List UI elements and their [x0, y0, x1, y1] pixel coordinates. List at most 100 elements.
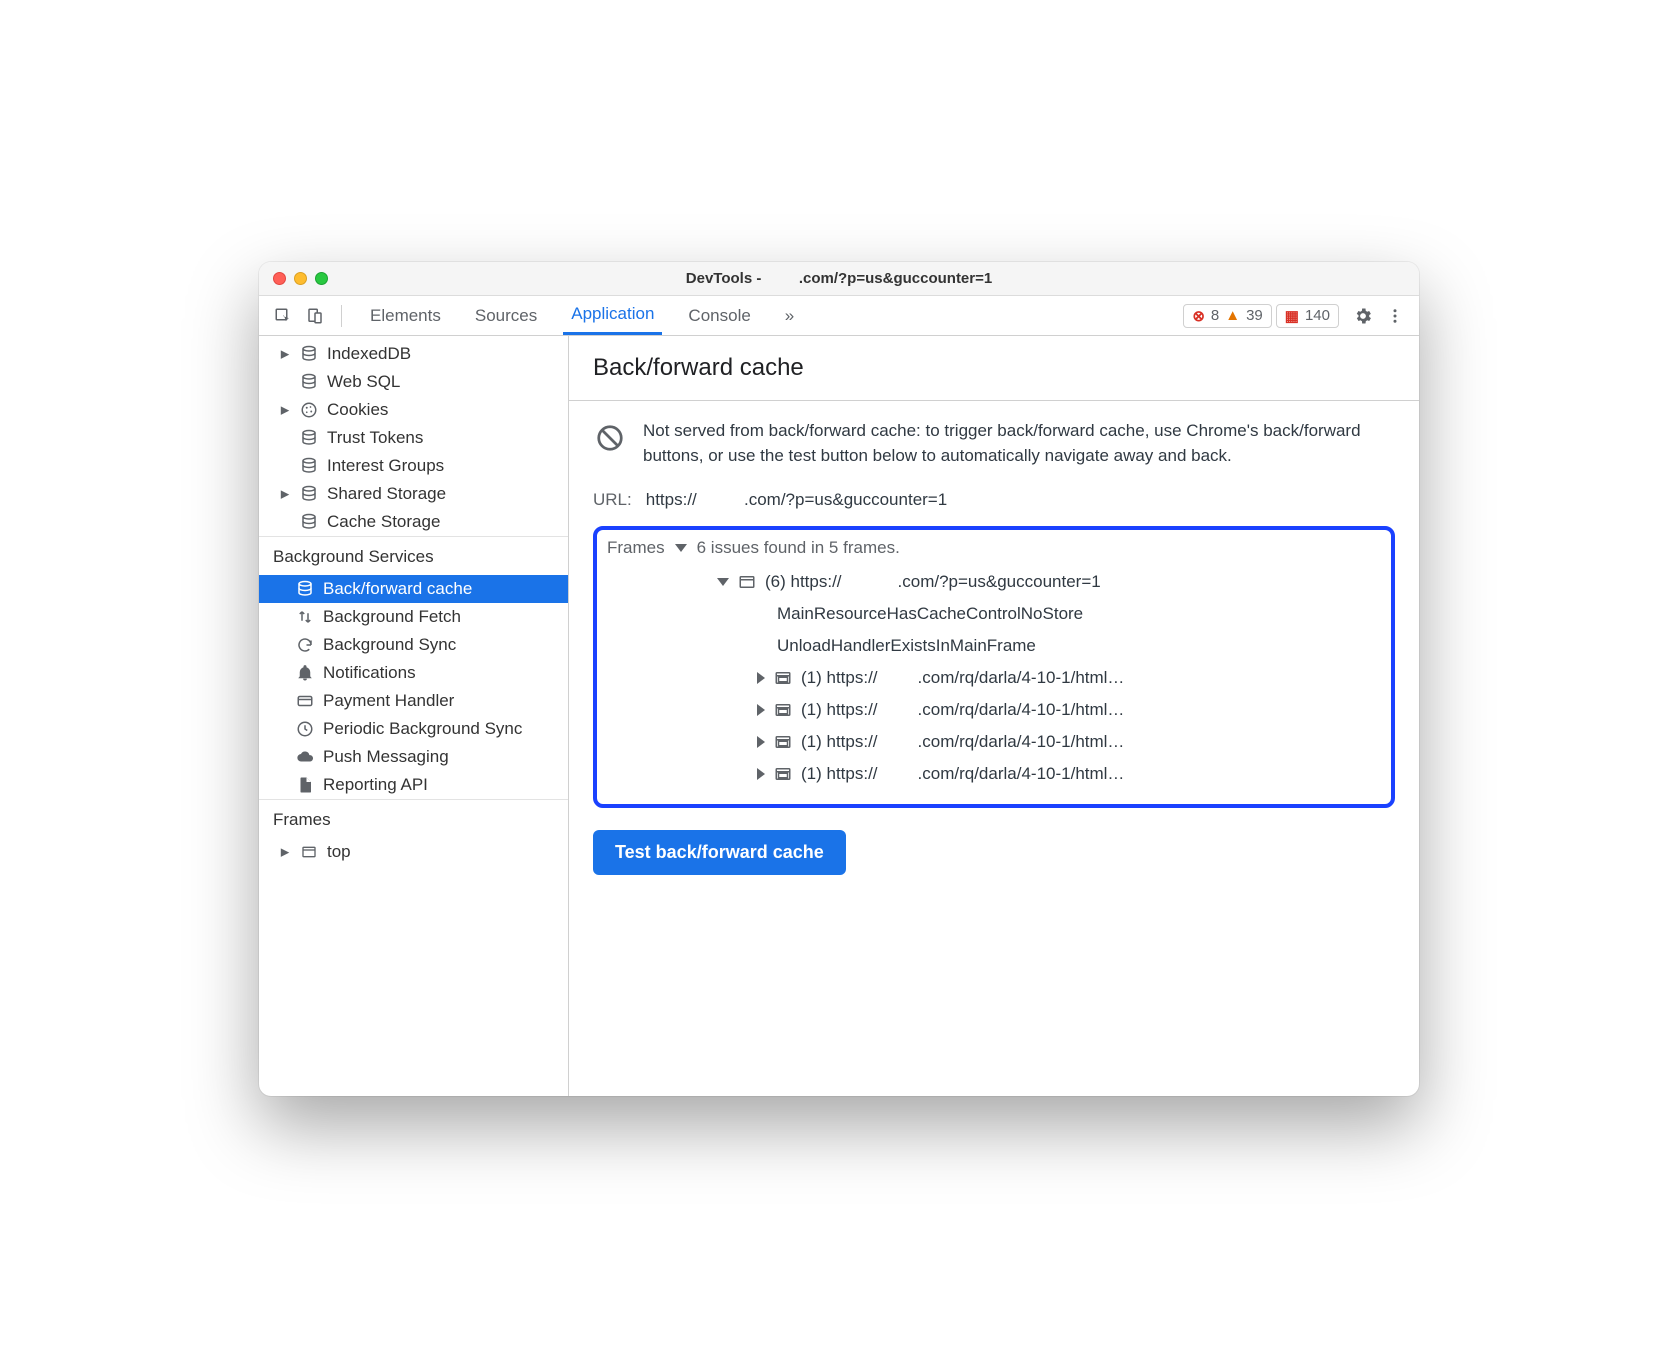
titlebar: DevTools - .com/?p=us&guccounter=1	[259, 262, 1419, 296]
database-icon	[299, 429, 319, 447]
sidebar-item-label: Cookies	[327, 400, 388, 420]
sidebar-item-cookies[interactable]: ▸ Cookies	[259, 396, 568, 424]
root-frame-row[interactable]: (6) https://.com/?p=us&guccounter=1	[607, 566, 1381, 598]
chevron-down-icon	[717, 578, 729, 586]
sidebar-item-label: Cache Storage	[327, 512, 440, 532]
database-icon	[299, 485, 319, 503]
database-icon	[299, 373, 319, 391]
chevron-right-icon: ▸	[279, 484, 291, 504]
kebab-menu-icon[interactable]	[1381, 302, 1409, 330]
maximize-window-button[interactable]	[315, 272, 328, 285]
chevron-right-icon: ▸	[279, 842, 291, 862]
settings-icon[interactable]	[1349, 302, 1377, 330]
status-row: Not served from back/forward cache: to t…	[593, 419, 1395, 468]
url-value: https:// .com/?p=us&guccounter=1	[646, 490, 947, 510]
sidebar-item-interest-groups[interactable]: Interest Groups	[259, 452, 568, 480]
test-bfcache-button[interactable]: Test back/forward cache	[593, 830, 846, 875]
iframe-icon	[773, 765, 793, 783]
devtools-toolbar: Elements Sources Application Console » ⊗…	[259, 296, 1419, 336]
tab-elements[interactable]: Elements	[362, 296, 449, 335]
subframe-row[interactable]: (1) https://.com/rq/darla/4-10-1/html…	[607, 726, 1381, 758]
chevron-down-icon	[675, 544, 687, 552]
warning-icon: ▲	[1225, 307, 1240, 324]
frames-label: Frames	[607, 538, 665, 558]
inspect-element-icon[interactable]	[269, 302, 297, 330]
bfcache-reason: UnloadHandlerExistsInMainFrame	[607, 630, 1381, 662]
database-icon	[295, 580, 315, 598]
tab-application[interactable]: Application	[563, 296, 662, 335]
window-controls	[273, 272, 328, 285]
bg-services-heading: Background Services	[259, 536, 568, 575]
database-icon	[299, 345, 319, 363]
sidebar-item-label: Web SQL	[327, 372, 400, 392]
tab-more[interactable]: »	[777, 296, 802, 335]
sidebar-item-background-fetch[interactable]: Background Fetch	[259, 603, 568, 631]
sidebar-item-push-messaging[interactable]: Push Messaging	[259, 743, 568, 771]
errors-warnings-chip[interactable]: ⊗8 ▲39	[1183, 304, 1271, 328]
subframe-label: (1) https://.com/rq/darla/4-10-1/html…	[801, 732, 1124, 752]
frames-summary-row[interactable]: Frames 6 issues found in 5 frames.	[607, 538, 1381, 558]
sidebar-item-web-sql[interactable]: Web SQL	[259, 368, 568, 396]
chevron-right-icon: ▸	[279, 400, 291, 420]
chevron-right-icon: ▸	[279, 344, 291, 364]
bfcache-pane: Back/forward cache Not served from back/…	[569, 336, 1419, 1096]
subframe-row[interactable]: (1) https://.com/rq/darla/4-10-1/html…	[607, 694, 1381, 726]
url-label: URL:	[593, 490, 632, 510]
tab-console[interactable]: Console	[680, 296, 758, 335]
sidebar-item-label: IndexedDB	[327, 344, 411, 364]
updown-icon	[295, 608, 315, 626]
toolbar-divider	[341, 305, 342, 327]
subframe-row[interactable]: (1) https://.com/rq/darla/4-10-1/html…	[607, 758, 1381, 790]
bell-icon	[295, 664, 315, 682]
sidebar-item-label: Interest Groups	[327, 456, 444, 476]
cloud-icon	[295, 748, 315, 766]
panel-tabs: Elements Sources Application Console »	[362, 296, 802, 335]
sidebar-item-notifications[interactable]: Notifications	[259, 659, 568, 687]
database-icon	[299, 513, 319, 531]
chevron-right-icon	[757, 704, 765, 716]
issues-count: 140	[1305, 307, 1330, 324]
subframe-label: (1) https://.com/rq/darla/4-10-1/html…	[801, 700, 1124, 720]
sidebar-item-payment-handler[interactable]: Payment Handler	[259, 687, 568, 715]
close-window-button[interactable]	[273, 272, 286, 285]
chevron-right-icon	[757, 736, 765, 748]
sidebar-item-frames-top[interactable]: ▸ top	[259, 838, 568, 866]
issues-icon: ▦	[1285, 307, 1299, 325]
chevron-right-icon	[757, 672, 765, 684]
error-count: 8	[1211, 307, 1219, 324]
root-frame-label: (6) https://.com/?p=us&guccounter=1	[765, 572, 1101, 592]
subframe-label: (1) https://.com/rq/darla/4-10-1/html…	[801, 668, 1124, 688]
cookie-icon	[299, 401, 319, 419]
clock-icon	[295, 720, 315, 738]
sync-icon	[295, 636, 315, 654]
frames-issues-box: Frames 6 issues found in 5 frames. (6) h…	[593, 526, 1395, 808]
device-toolbar-icon[interactable]	[301, 302, 329, 330]
sidebar-item-cache-storage[interactable]: Cache Storage	[259, 508, 568, 536]
sidebar-item-trust-tokens[interactable]: Trust Tokens	[259, 424, 568, 452]
iframe-icon	[773, 733, 793, 751]
sidebar-item-indexeddb[interactable]: ▸ IndexedDB	[259, 340, 568, 368]
frames-heading: Frames	[259, 799, 568, 838]
status-text: Not served from back/forward cache: to t…	[643, 419, 1395, 468]
subframe-row[interactable]: (1) https://.com/rq/darla/4-10-1/html…	[607, 662, 1381, 694]
sidebar-item-label: Back/forward cache	[323, 579, 472, 599]
sidebar-item-reporting-api[interactable]: Reporting API	[259, 771, 568, 799]
error-icon: ⊗	[1192, 307, 1205, 325]
subframe-label: (1) https://.com/rq/darla/4-10-1/html…	[801, 764, 1124, 784]
window-icon	[299, 844, 319, 860]
sidebar-item-back-forward-cache[interactable]: Back/forward cache	[259, 575, 568, 603]
window-title: DevTools - .com/?p=us&guccounter=1	[259, 270, 1419, 287]
file-icon	[295, 776, 315, 794]
minimize-window-button[interactable]	[294, 272, 307, 285]
tab-sources[interactable]: Sources	[467, 296, 545, 335]
sidebar-item-background-sync[interactable]: Background Sync	[259, 631, 568, 659]
issues-chip[interactable]: ▦ 140	[1276, 304, 1339, 328]
sidebar-item-label: Reporting API	[323, 775, 428, 795]
sidebar-item-shared-storage[interactable]: ▸Shared Storage	[259, 480, 568, 508]
frames-summary-text: 6 issues found in 5 frames.	[697, 538, 900, 558]
sidebar-item-periodic-background-sync[interactable]: Periodic Background Sync	[259, 715, 568, 743]
pane-title: Back/forward cache	[569, 336, 1419, 401]
sidebar-item-label: Payment Handler	[323, 691, 454, 711]
bfcache-reason: MainResourceHasCacheControlNoStore	[607, 598, 1381, 630]
frames-top-label: top	[327, 842, 351, 862]
